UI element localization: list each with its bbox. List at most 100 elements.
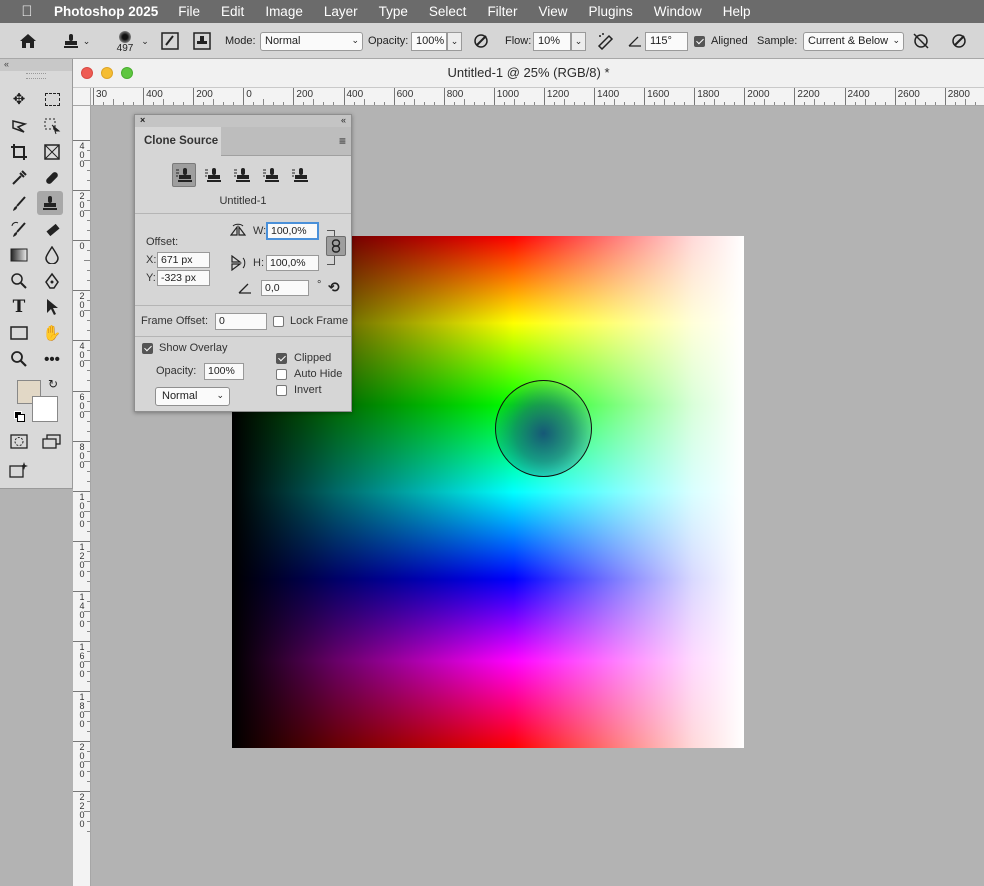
default-colors-icon[interactable] xyxy=(14,411,26,423)
rectangle-tool-icon[interactable] xyxy=(6,321,32,345)
collapse-icon[interactable]: « xyxy=(0,59,72,71)
rotation-angle-field[interactable]: 0,0 xyxy=(261,280,309,296)
swap-colors-icon[interactable]: ↻ xyxy=(48,377,58,391)
menu-plugins[interactable]: Plugins xyxy=(588,4,632,19)
collapse-icon[interactable]: « xyxy=(341,115,346,125)
panel-header[interactable]: × « xyxy=(135,115,351,127)
eraser-tool-icon[interactable] xyxy=(39,218,65,242)
flow-field[interactable]: 10% xyxy=(533,32,571,51)
lock-frame-checkbox[interactable] xyxy=(273,315,284,327)
document-title-bar[interactable]: Untitled-1 @ 25% (RGB/8) * xyxy=(73,59,984,88)
brush-tool-icon[interactable] xyxy=(6,192,32,216)
chevron-down-icon[interactable]: ⌄ xyxy=(140,23,150,59)
eyedropper-tool-icon[interactable] xyxy=(6,166,32,190)
ruler-minor-tick xyxy=(84,410,90,412)
path-selection-tool-icon[interactable] xyxy=(39,295,65,319)
show-overlay-label: Show Overlay xyxy=(159,342,228,354)
menu-window[interactable]: Window xyxy=(654,4,702,19)
panel-menu-icon[interactable]: ≡ xyxy=(339,134,346,148)
gradient-tool-icon[interactable] xyxy=(6,243,32,267)
offset-x-field[interactable]: 671 px xyxy=(157,252,210,268)
hand-tool-icon[interactable]: ✋ xyxy=(39,321,65,345)
flip-vertical-icon[interactable] xyxy=(230,254,246,274)
generative-fill-icon[interactable] xyxy=(6,458,32,482)
brush-settings-icon[interactable] xyxy=(158,23,182,59)
brush-angle-field[interactable]: 115° xyxy=(645,32,688,51)
tool-preset-picker[interactable]: ⌄ xyxy=(54,23,98,59)
overlay-opacity-field[interactable]: 100% xyxy=(204,363,244,380)
close-window-button[interactable] xyxy=(81,67,93,79)
vertical-ruler[interactable]: 4002000200400600800100012001400160018002… xyxy=(73,106,91,886)
menu-app-name[interactable]: Photoshop 2025 xyxy=(54,4,158,19)
zoom-tool-icon[interactable] xyxy=(6,347,32,371)
opacity-field[interactable]: 100% xyxy=(411,32,447,51)
clone-source-2-button[interactable] xyxy=(201,163,225,187)
clone-source-1-button[interactable] xyxy=(172,163,196,187)
menu-filter[interactable]: Filter xyxy=(487,4,517,19)
panel-grip[interactable] xyxy=(26,73,46,79)
ignore-adjustment-layers-icon[interactable] xyxy=(910,23,932,59)
crop-tool-icon[interactable] xyxy=(6,140,32,164)
menu-image[interactable]: Image xyxy=(265,4,303,19)
frame-offset-field[interactable]: 0 xyxy=(215,313,267,330)
menu-file[interactable]: File xyxy=(178,4,200,19)
clone-source-panel-icon[interactable] xyxy=(190,23,214,59)
menu-help[interactable]: Help xyxy=(723,4,751,19)
clone-stamp-tool-icon[interactable] xyxy=(37,191,63,215)
airbrush-icon[interactable] xyxy=(594,23,618,59)
move-tool-icon[interactable]: ✥ xyxy=(6,87,32,111)
horizontal-ruler[interactable]: 30 400 200 0 200 400 600 800 1000 1200 1400 1600 180… xyxy=(91,88,984,106)
menu-layer[interactable]: Layer xyxy=(324,4,358,19)
clone-source-4-button[interactable] xyxy=(259,163,283,187)
dodge-tool-icon[interactable] xyxy=(6,269,32,293)
mode-select[interactable]: Normal ⌄ xyxy=(260,32,363,51)
clipped-checkbox[interactable] xyxy=(276,352,287,364)
ruler-minor-tick xyxy=(123,102,125,105)
marquee-tool-icon[interactable] xyxy=(39,87,65,111)
pen-tool-icon[interactable] xyxy=(39,269,65,293)
menu-type[interactable]: Type xyxy=(379,4,408,19)
frame-tool-icon[interactable] xyxy=(39,140,65,164)
invert-checkbox[interactable] xyxy=(276,384,287,396)
lasso-tool-icon[interactable] xyxy=(6,114,32,138)
blur-tool-icon[interactable] xyxy=(39,243,65,267)
more-tools-icon[interactable]: ••• xyxy=(39,347,65,371)
flip-horizontal-icon[interactable] xyxy=(229,223,247,240)
overlay-blend-select[interactable]: Normal ⌄ xyxy=(155,387,230,406)
flow-dropdown[interactable]: ⌄ xyxy=(571,32,586,51)
opacity-dropdown[interactable]: ⌄ xyxy=(447,32,462,51)
pressure-opacity-icon[interactable] xyxy=(470,23,492,59)
height-scale-field[interactable]: 100,0% xyxy=(266,255,319,271)
healing-brush-tool-icon[interactable] xyxy=(39,166,65,190)
aligned-checkbox[interactable] xyxy=(694,35,705,47)
zoom-window-button[interactable] xyxy=(121,67,133,79)
object-selection-tool-icon[interactable] xyxy=(39,114,65,138)
ruler-origin[interactable] xyxy=(73,88,91,106)
menu-select[interactable]: Select xyxy=(429,4,467,19)
pressure-size-icon[interactable] xyxy=(947,23,971,59)
type-tool-icon[interactable]: T xyxy=(6,295,32,319)
quick-mask-icon[interactable] xyxy=(6,430,32,454)
width-scale-field[interactable]: 100,0% xyxy=(266,222,319,240)
history-brush-tool-icon[interactable] xyxy=(6,218,32,242)
offset-y-field[interactable]: -323 px xyxy=(157,270,210,286)
auto-hide-checkbox[interactable] xyxy=(276,368,287,380)
minimize-window-button[interactable] xyxy=(101,67,113,79)
menu-edit[interactable]: Edit xyxy=(221,4,244,19)
tab-clone-source[interactable]: Clone Source xyxy=(135,127,221,156)
show-overlay-checkbox[interactable] xyxy=(142,342,153,354)
background-color-swatch[interactable] xyxy=(32,396,58,422)
maintain-aspect-ratio-button[interactable] xyxy=(326,236,346,256)
sample-select[interactable]: Current & Below ⌄ xyxy=(803,32,904,51)
clone-source-3-button[interactable] xyxy=(230,163,254,187)
sample-value: Current & Below xyxy=(808,35,889,47)
reset-transform-icon[interactable]: ⟲ xyxy=(328,279,340,296)
home-icon[interactable] xyxy=(8,23,48,59)
ruler-minor-tick xyxy=(87,731,90,733)
clone-source-5-button[interactable] xyxy=(288,163,312,187)
brush-preset-picker[interactable]: 497 xyxy=(108,23,142,59)
close-icon[interactable]: × xyxy=(140,115,145,125)
screen-mode-icon[interactable] xyxy=(39,430,65,454)
menu-view[interactable]: View xyxy=(538,4,567,19)
apple-icon[interactable]:  xyxy=(0,3,54,20)
